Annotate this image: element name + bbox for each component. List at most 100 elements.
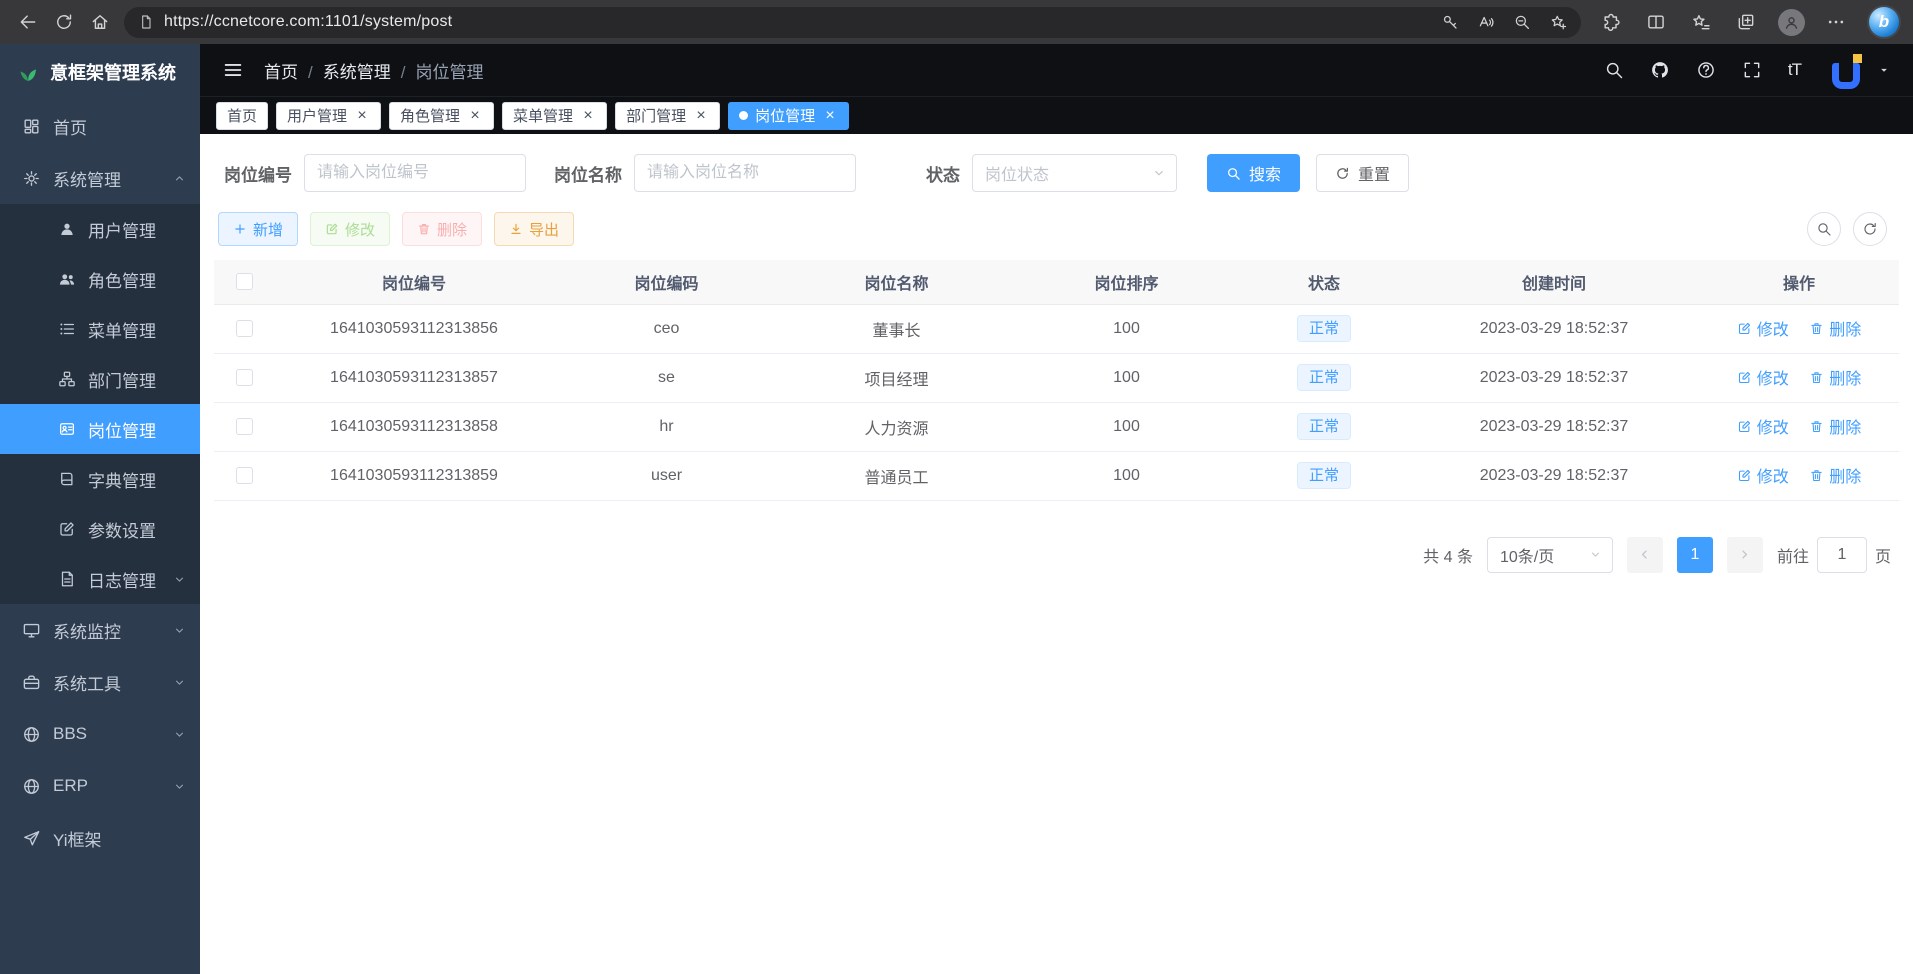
sidebar-item-menus[interactable]: 菜单管理 xyxy=(0,304,200,354)
col-actions: 操作 xyxy=(1699,260,1899,304)
copilot-button[interactable]: b xyxy=(1869,7,1899,37)
tab-roles[interactable]: 角色管理 xyxy=(389,102,494,130)
post-id-input[interactable] xyxy=(304,154,526,192)
row-edit-link[interactable]: 修改 xyxy=(1737,316,1789,340)
browser-profile-button[interactable] xyxy=(1773,5,1809,39)
site-info-icon[interactable] xyxy=(138,14,154,30)
delete-button[interactable]: 删除 xyxy=(402,212,482,246)
sidebar-item-bbs[interactable]: BBS xyxy=(0,708,200,760)
avatar-logo-shape xyxy=(1832,63,1860,89)
goto-page-input[interactable] xyxy=(1817,537,1867,573)
download-icon xyxy=(509,222,523,236)
question-icon[interactable] xyxy=(1696,60,1716,80)
close-icon[interactable] xyxy=(822,108,838,124)
browser-menu-button[interactable] xyxy=(1818,5,1854,39)
breadcrumb-home[interactable]: 首页 xyxy=(264,58,323,83)
ellipsis-icon xyxy=(1826,12,1846,32)
row-edit-link[interactable]: 修改 xyxy=(1737,365,1789,389)
reset-button[interactable]: 重置 xyxy=(1316,154,1409,192)
select-all-checkbox[interactable] xyxy=(236,273,253,290)
col-post-sort: 岗位排序 xyxy=(1014,260,1239,304)
app-logo[interactable]: 意框架管理系统 xyxy=(0,44,200,100)
sidebar-item-yi-framework[interactable]: Yi框架 xyxy=(0,812,200,864)
hamburger-icon[interactable] xyxy=(222,59,244,81)
next-page-button[interactable] xyxy=(1727,537,1763,573)
add-favorite-icon[interactable] xyxy=(1549,13,1567,31)
cell-post-id: 1641030593112313859 xyxy=(274,451,554,500)
tab-users[interactable]: 用户管理 xyxy=(276,102,381,130)
user-avatar[interactable] xyxy=(1827,51,1865,89)
row-checkbox[interactable] xyxy=(236,320,253,337)
row-edit-link[interactable]: 修改 xyxy=(1737,463,1789,487)
trash-icon xyxy=(1809,419,1824,434)
row-checkbox[interactable] xyxy=(236,369,253,386)
search-icon[interactable] xyxy=(1604,60,1624,80)
breadcrumb-current: 岗位管理 xyxy=(415,58,483,83)
address-bar[interactable]: https://ccnetcore.com:1101/system/post xyxy=(124,7,1581,38)
post-id-label: 岗位编号 xyxy=(224,161,292,186)
sidebar-item-roles[interactable]: 角色管理 xyxy=(0,254,200,304)
row-delete-link[interactable]: 删除 xyxy=(1809,316,1861,340)
row-checkbox[interactable] xyxy=(236,467,253,484)
post-name-input[interactable] xyxy=(634,154,856,192)
sidebar-item-logs[interactable]: 日志管理 xyxy=(0,554,200,604)
close-icon[interactable] xyxy=(467,108,483,124)
row-delete-link[interactable]: 删除 xyxy=(1809,365,1861,389)
edit-icon xyxy=(1737,370,1752,385)
prev-page-button[interactable] xyxy=(1627,537,1663,573)
sidebar-item-dicts[interactable]: 字典管理 xyxy=(0,454,200,504)
sidebar-item-tools[interactable]: 系统工具 xyxy=(0,656,200,708)
sidebar-item-users[interactable]: 用户管理 xyxy=(0,204,200,254)
collections-button[interactable] xyxy=(1728,5,1764,39)
github-icon[interactable] xyxy=(1650,60,1670,80)
close-icon[interactable] xyxy=(693,108,709,124)
col-create-time: 创建时间 xyxy=(1409,260,1699,304)
breadcrumb-system[interactable]: 系统管理 xyxy=(323,58,416,83)
status-select[interactable]: 岗位状态 xyxy=(972,154,1177,192)
toggle-search-button[interactable] xyxy=(1807,212,1841,246)
sidebar-item-params[interactable]: 参数设置 xyxy=(0,504,200,554)
refresh-table-button[interactable] xyxy=(1853,212,1887,246)
caret-down-icon[interactable] xyxy=(1877,63,1891,77)
sidebar-item-system-mgmt[interactable]: 系统管理 xyxy=(0,152,200,204)
row-checkbox[interactable] xyxy=(236,418,253,435)
page-size-select[interactable]: 10条/页 xyxy=(1487,537,1613,573)
sidebar-item-home[interactable]: 首页 xyxy=(0,100,200,152)
tab-home[interactable]: 首页 xyxy=(216,102,268,130)
cell-post-code: user xyxy=(554,451,779,500)
row-edit-link[interactable]: 修改 xyxy=(1737,414,1789,438)
screen: https://ccnetcore.com:1101/system/post b xyxy=(0,0,1913,974)
close-icon[interactable] xyxy=(580,108,596,124)
page-number-button[interactable]: 1 xyxy=(1677,537,1713,573)
sidebar-item-erp[interactable]: ERP xyxy=(0,760,200,812)
edit-button[interactable]: 修改 xyxy=(310,212,390,246)
row-delete-link[interactable]: 删除 xyxy=(1809,414,1861,438)
zoom-icon[interactable] xyxy=(1513,13,1531,31)
trash-icon xyxy=(1809,370,1824,385)
fullscreen-icon[interactable] xyxy=(1742,60,1762,80)
cell-post-code: ceo xyxy=(554,304,779,353)
row-delete-link[interactable]: 删除 xyxy=(1809,463,1861,487)
add-button[interactable]: 新增 xyxy=(218,212,298,246)
saved-password-icon[interactable] xyxy=(1441,13,1459,31)
search-button[interactable]: 搜索 xyxy=(1207,154,1300,192)
home-button[interactable] xyxy=(82,5,118,39)
sidebar-item-posts[interactable]: 岗位管理 xyxy=(0,404,200,454)
tab-menus[interactable]: 菜单管理 xyxy=(502,102,607,130)
refresh-button[interactable] xyxy=(46,5,82,39)
font-size-icon[interactable]: tT xyxy=(1788,60,1801,80)
extensions-button[interactable] xyxy=(1593,5,1629,39)
close-icon[interactable] xyxy=(354,108,370,124)
tab-depts[interactable]: 部门管理 xyxy=(615,102,720,130)
read-aloud-icon[interactable] xyxy=(1477,13,1495,31)
user-icon xyxy=(58,220,76,238)
split-screen-button[interactable] xyxy=(1638,5,1674,39)
sidebar: 意框架管理系统 首页 系统管理 用户管理 xyxy=(0,44,200,974)
url-text[interactable]: https://ccnetcore.com:1101/system/post xyxy=(164,13,1441,31)
export-button[interactable]: 导出 xyxy=(494,212,574,246)
sidebar-item-depts[interactable]: 部门管理 xyxy=(0,354,200,404)
favorites-button[interactable] xyxy=(1683,5,1719,39)
sidebar-item-monitor[interactable]: 系统监控 xyxy=(0,604,200,656)
tab-posts[interactable]: 岗位管理 xyxy=(728,102,849,130)
back-button[interactable] xyxy=(10,5,46,39)
